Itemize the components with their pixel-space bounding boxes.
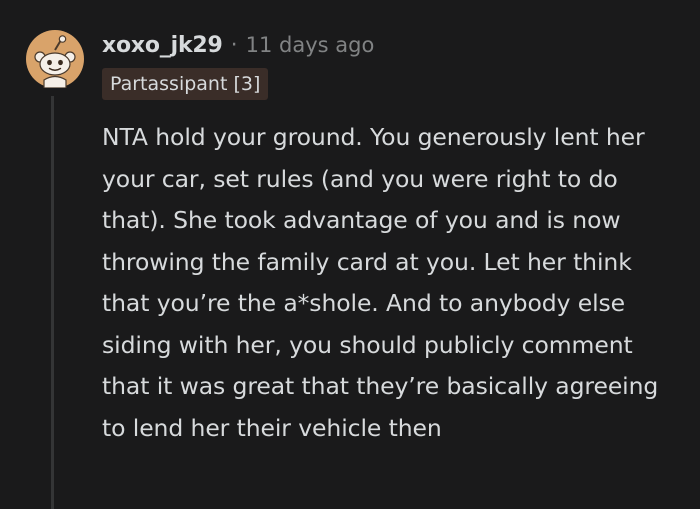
comment-body: NTA hold your ground. You generously len… — [102, 123, 659, 442]
thread-collapse-line[interactable] — [51, 96, 54, 509]
comment-meta: xoxo_jk29 · 11 days ago — [102, 30, 374, 60]
comment: xoxo_jk29 · 11 days ago Partassipant [3]… — [0, 0, 700, 509]
user-avatar[interactable] — [26, 30, 84, 89]
meta-separator: · — [230, 32, 238, 58]
user-flair: Partassipant [3] — [102, 68, 269, 100]
author-username[interactable]: xoxo_jk29 — [102, 33, 223, 58]
snoo-avatar-icon — [26, 30, 84, 89]
comment-timestamp[interactable]: 11 days ago — [246, 33, 375, 57]
